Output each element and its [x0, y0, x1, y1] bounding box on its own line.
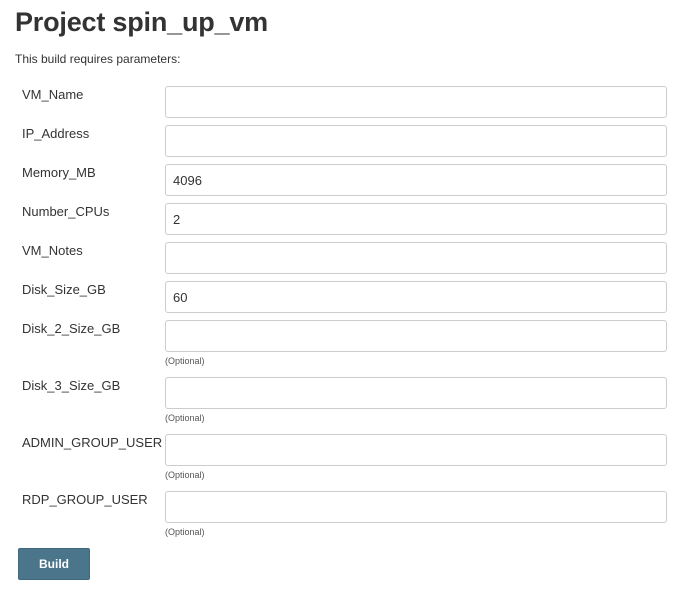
vm-notes-input[interactable] — [165, 242, 667, 274]
param-label-ip-address: IP_Address — [22, 126, 90, 141]
optional-hint: (Optional) — [165, 470, 205, 480]
page-subtitle: This build requires parameters: — [15, 52, 181, 66]
param-label-rdp-group-user: RDP_GROUP_USER — [22, 492, 148, 507]
build-button[interactable]: Build — [18, 548, 90, 580]
ip-address-input[interactable] — [165, 125, 667, 157]
memory-mb-input[interactable] — [165, 164, 667, 196]
param-label-disk-3-size-gb: Disk_3_Size_GB — [22, 378, 121, 393]
build-parameters-page: Project spin_up_vm This build requires p… — [0, 0, 681, 591]
param-label-vm-notes: VM_Notes — [22, 243, 83, 258]
param-label-vm-name: VM_Name — [22, 87, 84, 102]
number-cpus-input[interactable] — [165, 203, 667, 235]
param-label-memory-mb: Memory_MB — [22, 165, 96, 180]
param-label-disk-size-gb: Disk_Size_GB — [22, 282, 106, 297]
admin-group-user-input[interactable] — [165, 434, 667, 466]
optional-hint: (Optional) — [165, 356, 205, 366]
rdp-group-user-input[interactable] — [165, 491, 667, 523]
page-title: Project spin_up_vm — [15, 7, 268, 37]
param-label-disk-2-size-gb: Disk_2_Size_GB — [22, 321, 121, 336]
disk-2-size-gb-input[interactable] — [165, 320, 667, 352]
param-label-number-cpus: Number_CPUs — [22, 204, 110, 219]
disk-3-size-gb-input[interactable] — [165, 377, 667, 409]
optional-hint: (Optional) — [165, 413, 205, 423]
vm-name-input[interactable] — [165, 86, 667, 118]
param-label-admin-group-user: ADMIN_GROUP_USER — [22, 435, 163, 450]
optional-hint: (Optional) — [165, 527, 205, 537]
disk-size-gb-input[interactable] — [165, 281, 667, 313]
